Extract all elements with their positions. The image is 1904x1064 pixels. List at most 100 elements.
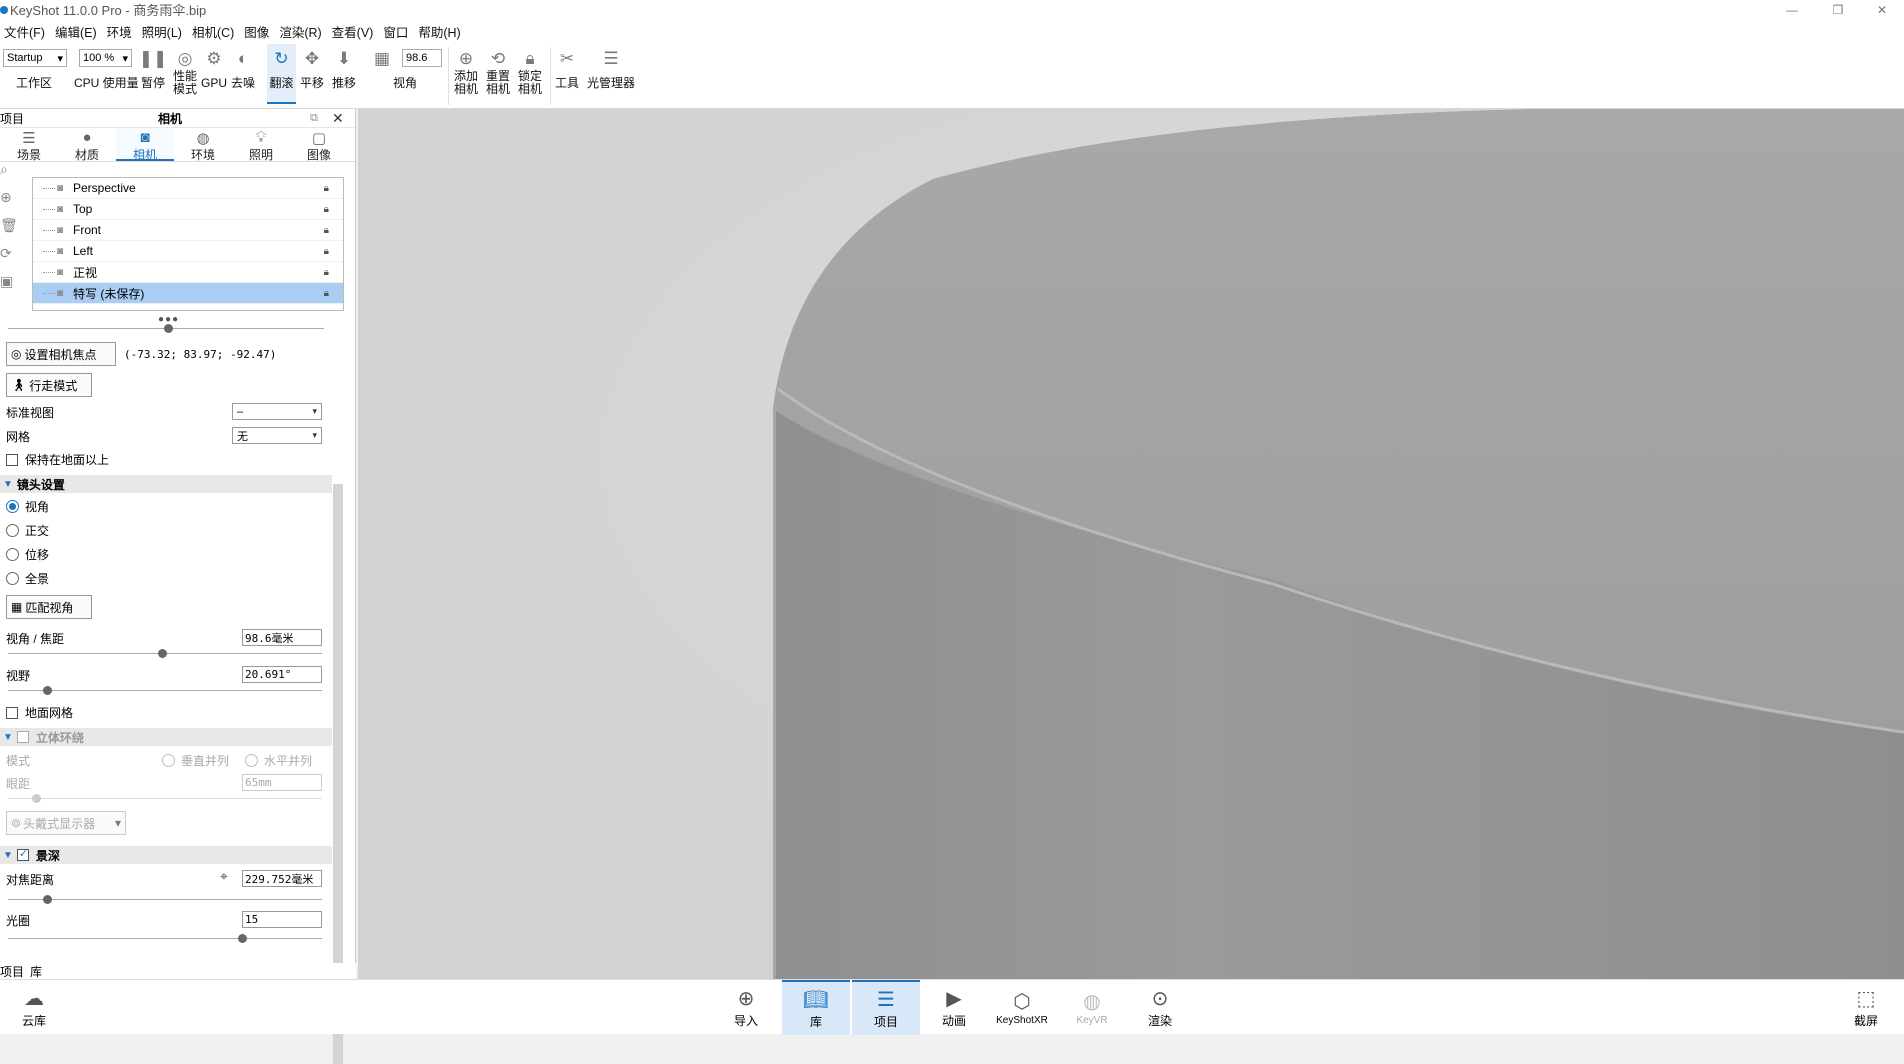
screenshot-button[interactable]: ⬚ 截屏 <box>1832 980 1900 1035</box>
menu-help[interactable]: 帮助(H) <box>414 22 466 41</box>
lens-panorama-radio[interactable] <box>6 572 19 585</box>
walk-icon: 🚶︎ <box>11 378 27 392</box>
performance-mode-button[interactable]: ◎ 性能 模式 <box>172 43 198 96</box>
pan-button[interactable]: ✥ 平移 <box>299 43 325 90</box>
menu-window[interactable]: 窗口 <box>379 22 414 41</box>
list-splitter[interactable] <box>8 324 324 333</box>
fov-input[interactable]: 98.6 <box>402 49 442 67</box>
camera-row-front[interactable]: ◙ Front 🔒︎ <box>33 220 343 241</box>
std-view-select[interactable]: – <box>232 403 322 420</box>
save-icon[interactable]: ▣ <box>0 273 20 301</box>
walk-mode-button[interactable]: 🚶︎ 行走模式 <box>6 373 92 397</box>
render-icon: ⊙ <box>1151 988 1169 1010</box>
keyvr-button[interactable]: ◍ KeyVR <box>1058 980 1126 1035</box>
render-button[interactable]: ⊙ 渲染 <box>1126 980 1194 1035</box>
tools-button[interactable]: ✂ 工具 <box>553 43 581 90</box>
fov-focal-input[interactable]: 98.6毫米 <box>242 629 322 646</box>
bottom-tab-project[interactable]: 项目 <box>0 963 30 980</box>
crosshair-icon[interactable]: ⌖ <box>220 868 228 885</box>
fov-slider[interactable] <box>8 686 322 695</box>
menu-edit[interactable]: 编辑(E) <box>51 22 103 41</box>
bottom-tab-library[interactable]: 库 <box>30 963 48 980</box>
focus-distance-input[interactable]: 229.752毫米 <box>242 870 322 887</box>
match-view-button[interactable]: ▦ 匹配视角 <box>6 595 92 619</box>
tab-material[interactable]: ● 材质 <box>58 128 116 162</box>
lens-ortho-radio[interactable] <box>6 524 19 537</box>
lock-camera-button[interactable]: 🔒︎ 锁定 相机 <box>516 43 544 96</box>
add-camera-button[interactable]: ⊕ 添加 相机 <box>452 43 480 96</box>
dof-checkbox[interactable] <box>16 847 29 861</box>
vr-headset-icon: ⊚ <box>11 816 22 830</box>
denoise-button[interactable]: ◐ 去噪 <box>230 43 256 90</box>
minimize-button[interactable]: — <box>1770 0 1814 19</box>
menu-camera[interactable]: 相机(C) <box>188 22 240 41</box>
set-camera-focus-button[interactable]: ◎ 设置相机焦点 <box>6 342 116 366</box>
dof-section[interactable]: ▼ 景深 <box>0 846 332 864</box>
keyshotxr-button[interactable]: ⬡ KeyShotXR <box>990 980 1054 1035</box>
camera-row-top[interactable]: ◙ Top 🔒︎ <box>33 199 343 220</box>
camera-add-icon[interactable]: ⊕ <box>0 189 20 217</box>
float-panel-icon[interactable]: ⧉ <box>310 112 318 125</box>
camera-icon: ◙ <box>57 245 64 257</box>
close-window-button[interactable]: ✕ <box>1860 0 1904 19</box>
pause-button[interactable]: ❚❚ 暂停 <box>139 43 168 90</box>
tab-lighting[interactable]: 💡︎ 照明 <box>232 128 290 162</box>
reset-camera-button[interactable]: ⟲ 重置 相机 <box>484 43 512 96</box>
menu-file[interactable]: 文件(F) <box>0 22 51 41</box>
project-button[interactable]: ☰ 项目 <box>852 980 920 1035</box>
fov-label: 视野 <box>6 669 31 683</box>
light-manager-button[interactable]: ☰ 光管理器 <box>585 43 637 90</box>
menu-bar: 文件(F) 编辑(E) 环境 照明(L) 相机(C) 图像 渲染(R) 查看(V… <box>0 19 1904 43</box>
lens-settings-section[interactable]: ▼ 镜头设置 <box>0 475 332 493</box>
fov-focal-slider[interactable] <box>8 649 322 658</box>
import-button[interactable]: ⊕ 导入 <box>712 980 780 1035</box>
refresh-icon[interactable]: ⟳ <box>0 245 20 273</box>
cpu-usage-select[interactable]: 100 % ▾ <box>79 49 132 67</box>
render-viewport[interactable] <box>358 109 1904 980</box>
menu-view[interactable]: 查看(V) <box>328 22 380 41</box>
lens-shift-radio[interactable] <box>6 548 19 561</box>
workspace-label: 工作区 <box>16 76 53 90</box>
animation-button[interactable]: ▶ 动画 <box>920 980 988 1035</box>
keep-above-ground-checkbox[interactable] <box>6 453 18 466</box>
lens-fov-radio[interactable] <box>6 500 19 513</box>
camera-search-icon[interactable]: ⌕ <box>0 161 20 189</box>
lock-icon: 🔒︎ <box>323 266 329 278</box>
close-panel-icon[interactable]: ✕ <box>332 110 344 127</box>
menu-render[interactable]: 渲染(R) <box>275 22 327 41</box>
fov-input-field[interactable]: 20.691° <box>242 666 322 683</box>
ground-grid-checkbox[interactable] <box>6 706 18 719</box>
tab-scene[interactable]: ☰ 场景 <box>0 128 58 162</box>
focus-distance-slider[interactable] <box>8 895 322 904</box>
trash-icon[interactable]: 🗑︎ <box>0 217 20 245</box>
camera-row-perspective[interactable]: ◙ Perspective 🔒︎ <box>33 178 343 199</box>
menu-lighting[interactable]: 照明(L) <box>138 22 188 41</box>
camera-row-closeup[interactable]: ◙ 特写 (未保存) 🔒︎ <box>33 283 343 304</box>
stereo-horizontal-radio[interactable] <box>245 754 258 767</box>
camera-row-front-view[interactable]: ◙ 正视 🔒︎ <box>33 262 343 283</box>
menu-environment[interactable]: 环境 <box>103 22 138 41</box>
stereo-checkbox[interactable] <box>16 731 29 743</box>
grid-select[interactable]: 无 <box>232 427 322 444</box>
cloud-library-button[interactable]: ☁ 云库 <box>0 980 68 1035</box>
eye-distance-input[interactable]: 65mm <box>242 774 322 791</box>
stereo-section[interactable]: ▼ 立体环绕 <box>0 728 332 746</box>
eye-distance-slider[interactable] <box>8 794 322 803</box>
tumble-button[interactable]: ↻ 翻滚 <box>267 43 296 90</box>
menu-image[interactable]: 图像 <box>240 22 275 41</box>
aperture-slider[interactable] <box>8 934 322 943</box>
aperture-input[interactable]: 15 <box>242 911 322 928</box>
hmd-select[interactable]: ⊚ 头戴式显示器 ▾ <box>6 811 126 835</box>
list-icon: ☰ <box>877 989 895 1011</box>
tab-camera[interactable]: ◙ 相机 <box>116 128 174 162</box>
tab-environment[interactable]: ◍ 环境 <box>174 128 232 162</box>
tab-image[interactable]: ▢ 图像 <box>290 128 348 162</box>
gpu-button[interactable]: ⚙ GPU <box>201 43 227 90</box>
dolly-button[interactable]: ⬇ 推移 <box>331 43 357 90</box>
library-button[interactable]: 📖︎ 库 <box>782 980 850 1035</box>
restore-button[interactable]: ❐ <box>1816 0 1860 19</box>
workspace-select[interactable]: Startup ▾ <box>3 49 67 67</box>
stereo-vertical-radio[interactable] <box>162 754 175 767</box>
dolly-icon: ⬇ <box>336 49 352 68</box>
camera-row-left[interactable]: ◙ Left 🔒︎ <box>33 241 343 262</box>
